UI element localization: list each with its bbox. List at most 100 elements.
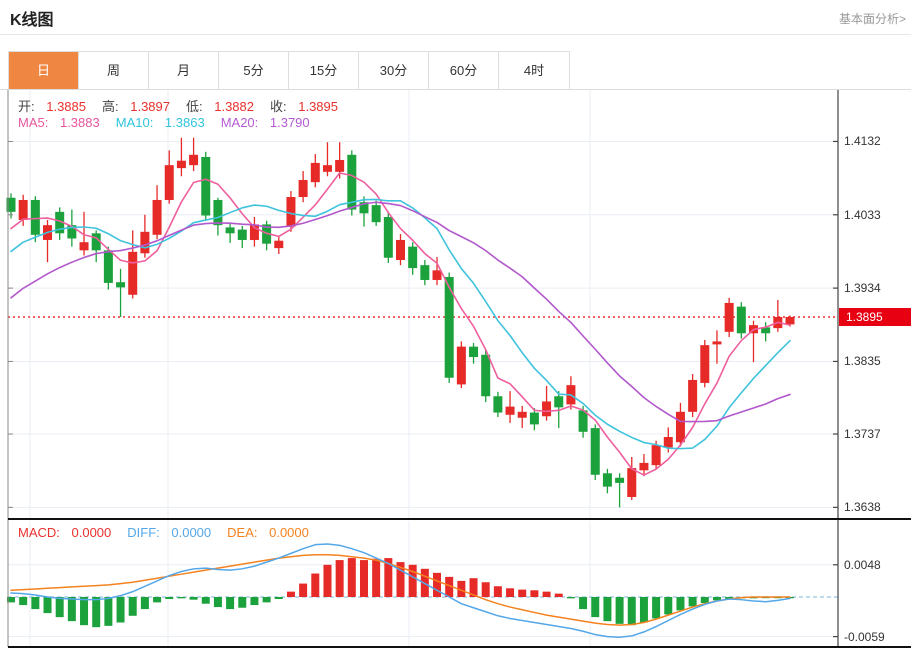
candle — [176, 160, 186, 169]
macd-bar — [262, 597, 271, 603]
macd-bar — [408, 564, 417, 597]
macd-bar — [542, 591, 551, 597]
macd-bar — [153, 597, 162, 603]
macd-bar — [554, 593, 563, 597]
candle — [469, 346, 479, 357]
candle — [712, 341, 722, 345]
legend-item: 高: 1.3897 — [102, 99, 170, 114]
candle — [152, 199, 162, 235]
candle — [371, 205, 381, 223]
tab-日[interactable]: 日 — [9, 52, 79, 90]
candle — [18, 199, 28, 220]
candle — [590, 428, 600, 475]
macd-bar — [55, 597, 64, 618]
y-axis-label: 1.4132 — [844, 134, 881, 149]
macd-bar — [165, 597, 174, 600]
macd-bar — [579, 597, 588, 610]
candle — [225, 227, 235, 234]
legend-item: MA10: 1.3863 — [115, 115, 205, 130]
macd-bar — [19, 597, 28, 606]
candle — [554, 396, 564, 408]
macd-bar — [286, 591, 295, 597]
macd-bar — [433, 572, 442, 597]
macd-bar — [177, 597, 186, 599]
legend-item: MACD: 0.0000 — [18, 525, 112, 540]
candle — [213, 199, 223, 226]
macd-bar — [189, 597, 198, 600]
macd-bar — [688, 597, 697, 607]
macd-bar — [201, 597, 210, 604]
ma-legend: MA5: 1.3883 MA10: 1.3863 MA20: 1.3790 — [18, 115, 326, 130]
macd-bar — [700, 597, 709, 604]
last-price-badge: 1.3895 — [839, 308, 911, 326]
macd-bar — [481, 582, 490, 597]
macd-bar — [80, 597, 89, 626]
y-axis-label: -0.0059 — [844, 629, 885, 644]
candle — [237, 229, 247, 240]
header-divider — [0, 34, 911, 35]
candle — [663, 436, 673, 448]
macd-bar — [372, 558, 381, 597]
macd-bar — [603, 597, 612, 622]
candle — [128, 251, 138, 295]
fundamental-analysis-link[interactable]: 基本面分析> — [839, 10, 906, 27]
tab-30分[interactable]: 30分 — [359, 52, 429, 90]
page-title: K线图 — [10, 12, 54, 29]
candle — [456, 346, 466, 385]
candle — [736, 306, 746, 334]
macd-bar — [213, 597, 222, 608]
macd-bar — [274, 597, 283, 600]
tab-5分[interactable]: 5分 — [219, 52, 289, 90]
macd-bar — [299, 583, 308, 597]
candle — [420, 265, 430, 280]
macd-bar — [67, 597, 76, 622]
macd-bar — [104, 597, 113, 626]
y-axis-label: 1.4033 — [844, 207, 881, 222]
macd-bar — [31, 597, 40, 610]
candle — [724, 302, 734, 332]
candle — [785, 317, 795, 325]
legend-item: 开: 1.3885 — [18, 99, 86, 114]
macd-bar — [359, 560, 368, 597]
candle — [675, 411, 685, 443]
candle — [602, 473, 612, 487]
y-axis-label: 1.3737 — [844, 427, 881, 442]
candle — [201, 157, 211, 216]
candle — [481, 354, 491, 397]
candle — [517, 411, 527, 418]
tabbar-underline — [0, 89, 911, 90]
candle — [432, 270, 442, 280]
macd-bar — [92, 597, 101, 628]
candle — [651, 445, 661, 466]
candle — [688, 379, 698, 412]
tab-周[interactable]: 周 — [79, 52, 149, 90]
candle — [335, 159, 345, 172]
macd-bar — [627, 597, 636, 626]
candle — [103, 250, 113, 283]
candle — [396, 239, 405, 260]
macd-bar — [566, 597, 575, 599]
macd-bar — [140, 597, 149, 610]
legend-item: DEA: 0.0000 — [227, 525, 309, 540]
candle — [116, 282, 126, 288]
macd-bar — [652, 597, 661, 619]
period-tabbar: 日周月 5分 15分 30分 60分 4时 — [8, 51, 570, 90]
candle — [639, 462, 649, 471]
macd-bar — [639, 597, 648, 623]
macd-bar — [615, 597, 624, 624]
tab-月[interactable]: 月 — [149, 52, 219, 90]
tab-4时[interactable]: 4时 — [499, 52, 569, 90]
candle — [310, 162, 320, 183]
y-axis-label: 0.0048 — [844, 557, 881, 572]
candle — [383, 217, 393, 258]
y-axis-label: 1.3835 — [844, 354, 881, 369]
macd-bar — [506, 588, 515, 597]
candle — [542, 401, 552, 417]
candle — [298, 179, 308, 198]
tab-15分[interactable]: 15分 — [289, 52, 359, 90]
y-axis-label: 1.3638 — [844, 500, 881, 515]
candle — [529, 412, 539, 425]
candle — [140, 231, 150, 254]
tab-60分[interactable]: 60分 — [429, 52, 499, 90]
candle — [493, 396, 503, 413]
